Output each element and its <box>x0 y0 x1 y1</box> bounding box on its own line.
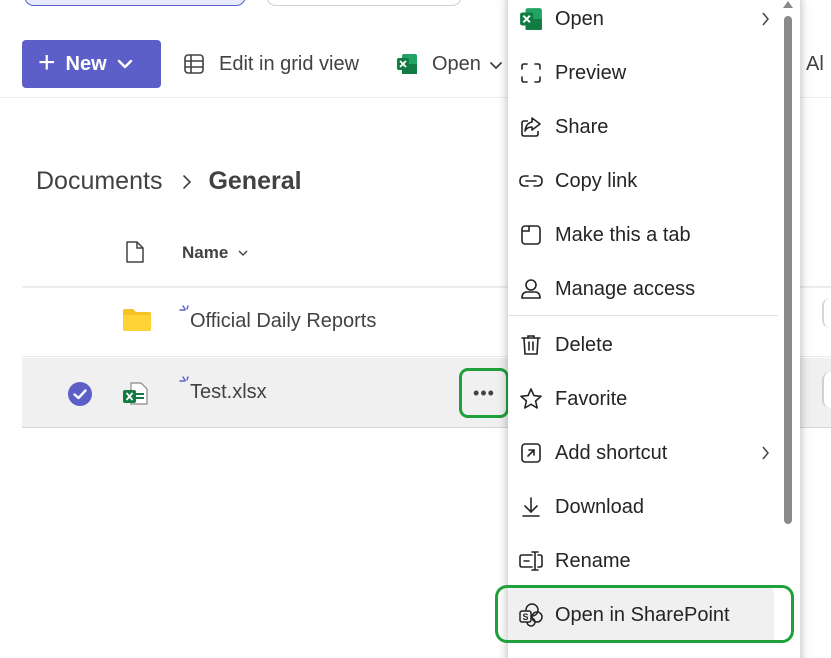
shortcut-icon <box>518 440 544 466</box>
link-icon <box>518 168 544 194</box>
menu-item-download[interactable]: Download <box>508 480 778 534</box>
menu-item-label: Preview <box>555 61 627 84</box>
menu-item-add-shortcut[interactable]: Add shortcut <box>508 426 778 480</box>
folder-icon <box>122 308 152 337</box>
name-column-header[interactable]: Name <box>182 243 248 263</box>
breadcrumb-current: General <box>208 167 302 195</box>
menu-item-rename[interactable]: Rename <box>508 534 778 588</box>
share-icon <box>518 114 544 140</box>
top-pill[interactable] <box>266 0 462 6</box>
grid-icon <box>184 54 204 74</box>
scroll-up-arrow-icon[interactable] <box>782 0 794 14</box>
svg-text:S: S <box>523 612 529 622</box>
tab-icon <box>518 222 544 248</box>
chevron-right-icon <box>761 443 770 466</box>
breadcrumb-parent[interactable]: Documents <box>36 167 162 196</box>
plus-icon: + <box>38 45 56 79</box>
menu-item-label: Open <box>555 7 604 30</box>
overflow-command-label: Al <box>806 52 824 75</box>
new-button-label: New <box>65 52 107 75</box>
edit-grid-view-button[interactable]: Edit in grid view <box>183 30 359 98</box>
chevron-right-icon <box>761 9 770 32</box>
overflow-command[interactable]: Al <box>806 30 824 98</box>
chevron-down-icon <box>238 250 248 257</box>
menu-item-label: Make this a tab <box>555 223 691 246</box>
partial-control-edge <box>822 372 831 408</box>
file-type-header-icon[interactable] <box>125 240 145 269</box>
edit-grid-view-label: Edit in grid view <box>219 52 360 75</box>
menu-item-label: Delete <box>555 333 613 356</box>
more-options-button[interactable]: ••• <box>459 368 509 418</box>
menu-item-label: Download <box>555 495 644 518</box>
new-button[interactable]: + New <box>22 40 161 88</box>
chevron-down-icon <box>117 59 133 69</box>
menu-item-preview[interactable]: Preview <box>508 46 778 100</box>
menu-item-manage-access[interactable]: Manage access <box>508 262 778 316</box>
context-menu: Open Preview Share Copy link Make this a… <box>508 0 800 658</box>
file-name[interactable]: Official Daily Reports <box>190 310 376 333</box>
top-pill-active[interactable] <box>24 0 246 6</box>
menu-item-label: Copy link <box>555 169 638 192</box>
checkmark-circle-icon[interactable] <box>67 381 93 412</box>
excel-file-icon <box>122 381 150 412</box>
partial-control-edge <box>822 298 831 328</box>
star-icon <box>518 386 544 412</box>
menu-item-delete[interactable]: Delete <box>508 318 778 372</box>
chevron-down-icon <box>489 53 503 76</box>
menu-divider <box>508 315 778 316</box>
excel-icon <box>518 6 544 32</box>
name-column-label: Name <box>182 243 229 262</box>
rename-icon <box>518 548 544 574</box>
file-name[interactable]: Test.xlsx <box>190 381 267 404</box>
menu-item-copy-link[interactable]: Copy link <box>508 154 778 208</box>
menu-item-label: Share <box>555 115 609 138</box>
menu-item-label: Rename <box>555 549 631 572</box>
menu-item-label: Manage access <box>555 277 696 300</box>
menu-item-favorite[interactable]: Favorite <box>508 372 778 426</box>
ellipsis-icon: ••• <box>473 382 495 403</box>
menu-item-open[interactable]: Open <box>508 0 778 46</box>
trash-icon <box>518 332 544 358</box>
open-button[interactable]: Open <box>396 30 503 98</box>
download-icon <box>518 494 544 520</box>
open-label: Open <box>432 52 481 75</box>
excel-icon <box>397 54 417 74</box>
person-icon <box>518 276 544 302</box>
sharepoint-icon: S <box>518 602 544 628</box>
menu-scrollbar[interactable] <box>784 16 792 524</box>
chevron-right-icon <box>182 174 192 190</box>
menu-item-share[interactable]: Share <box>508 100 778 154</box>
menu-item-label: Add shortcut <box>555 441 668 464</box>
menu-item-make-tab[interactable]: Make this a tab <box>508 208 778 262</box>
menu-item-label: Favorite <box>555 387 628 410</box>
breadcrumb: Documents General <box>36 167 302 196</box>
preview-icon <box>518 60 544 86</box>
menu-item-label: Open in SharePoint <box>555 603 730 626</box>
menu-item-open-in-sharepoint[interactable]: S Open in SharePoint <box>508 588 774 642</box>
